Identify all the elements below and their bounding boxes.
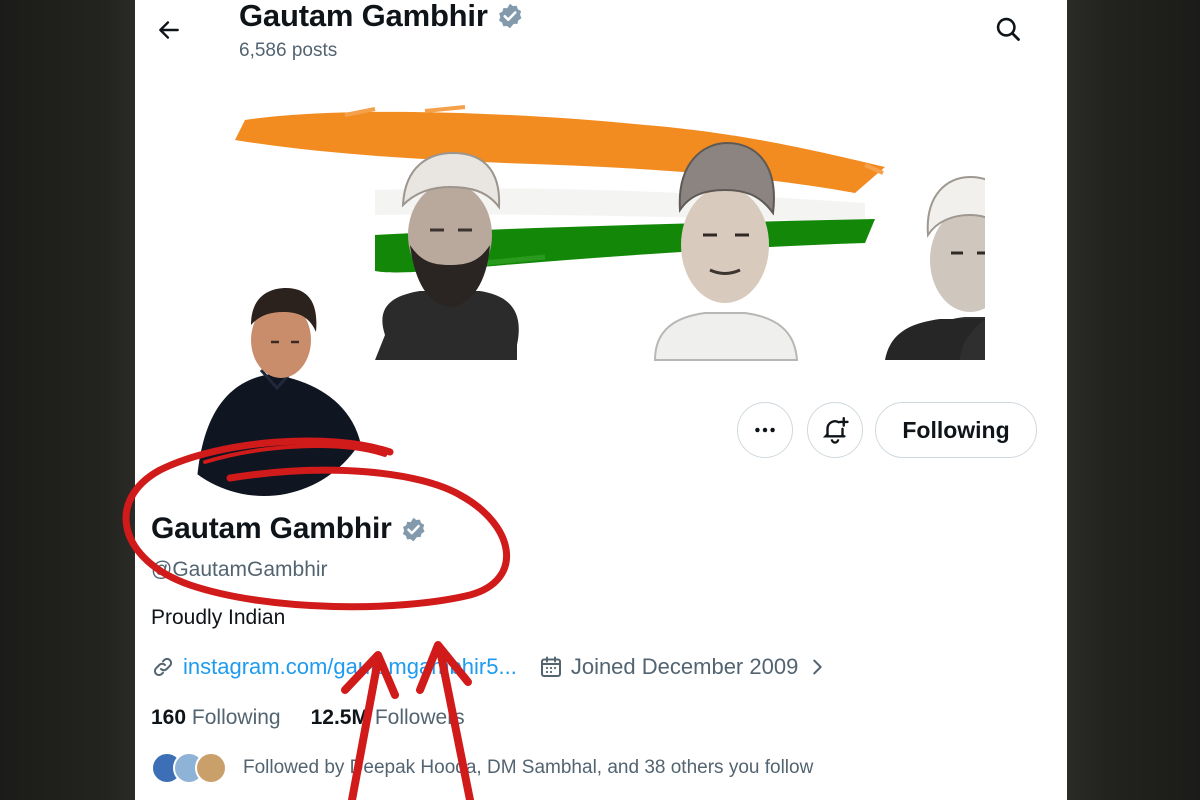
profile-meta: instagram.com/gautamgambhir5... Joined D… bbox=[151, 654, 828, 680]
search-icon bbox=[996, 17, 1020, 41]
following-label: Following bbox=[191, 706, 281, 729]
follow-stats: 160 Following 12.5M Followers bbox=[151, 706, 465, 730]
search-button[interactable] bbox=[987, 8, 1029, 50]
profile-bio: Proudly Indian bbox=[151, 606, 286, 629]
profile-panel: Gautam Gambhir 6,586 posts Following Gau… bbox=[135, 0, 1067, 800]
notifications-button[interactable] bbox=[807, 402, 863, 458]
avatar-image bbox=[151, 270, 377, 496]
followers-count: 12.5M bbox=[310, 706, 369, 729]
post-count: 6,586 posts bbox=[239, 40, 338, 61]
following-count-link[interactable]: 160 Following bbox=[151, 706, 281, 730]
calendar-icon bbox=[540, 656, 561, 677]
followed-by-row[interactable]: Followed by Deepak Hooda, DM Sambhal, an… bbox=[151, 752, 813, 784]
following-count: 160 bbox=[151, 706, 187, 729]
portrait-right bbox=[885, 175, 985, 360]
verified-badge-icon bbox=[498, 3, 522, 29]
profile-avatar[interactable] bbox=[151, 270, 377, 496]
joined-date[interactable]: Joined December 2009 bbox=[539, 654, 828, 680]
verified-badge-icon bbox=[402, 517, 425, 541]
flag-saffron-stroke bbox=[235, 111, 885, 193]
following-button[interactable]: Following bbox=[875, 402, 1037, 458]
left-dark-border bbox=[0, 0, 135, 800]
right-dark-border bbox=[1067, 0, 1200, 800]
chevron-right-icon bbox=[813, 659, 822, 675]
mini-avatar bbox=[195, 752, 227, 784]
bell-plus-icon bbox=[822, 416, 849, 444]
back-button[interactable] bbox=[149, 10, 189, 50]
followed-by-avatars bbox=[151, 752, 227, 784]
header-name: Gautam Gambhir bbox=[239, 0, 488, 33]
followed-by-text: Followed by Deepak Hooda, DM Sambhal, an… bbox=[243, 757, 814, 778]
more-options-button[interactable] bbox=[737, 402, 793, 458]
joined-date-text: Joined December 2009 bbox=[570, 654, 799, 679]
followers-count-link[interactable]: 12.5M Followers bbox=[311, 706, 465, 730]
followers-label: Followers bbox=[374, 706, 465, 729]
header-title: Gautam Gambhir bbox=[239, 0, 524, 34]
website-link[interactable]: instagram.com/gautamgambhir5... bbox=[151, 654, 517, 680]
arrow-left-icon bbox=[159, 21, 179, 39]
website-link-text: instagram.com/gautamgambhir5... bbox=[183, 654, 517, 679]
display-name: Gautam Gambhir bbox=[151, 512, 392, 545]
more-dots-icon bbox=[755, 427, 775, 433]
profile-name: Gautam Gambhir bbox=[151, 512, 427, 546]
profile-handle: @GautamGambhir bbox=[151, 558, 328, 581]
link-icon bbox=[153, 657, 173, 677]
